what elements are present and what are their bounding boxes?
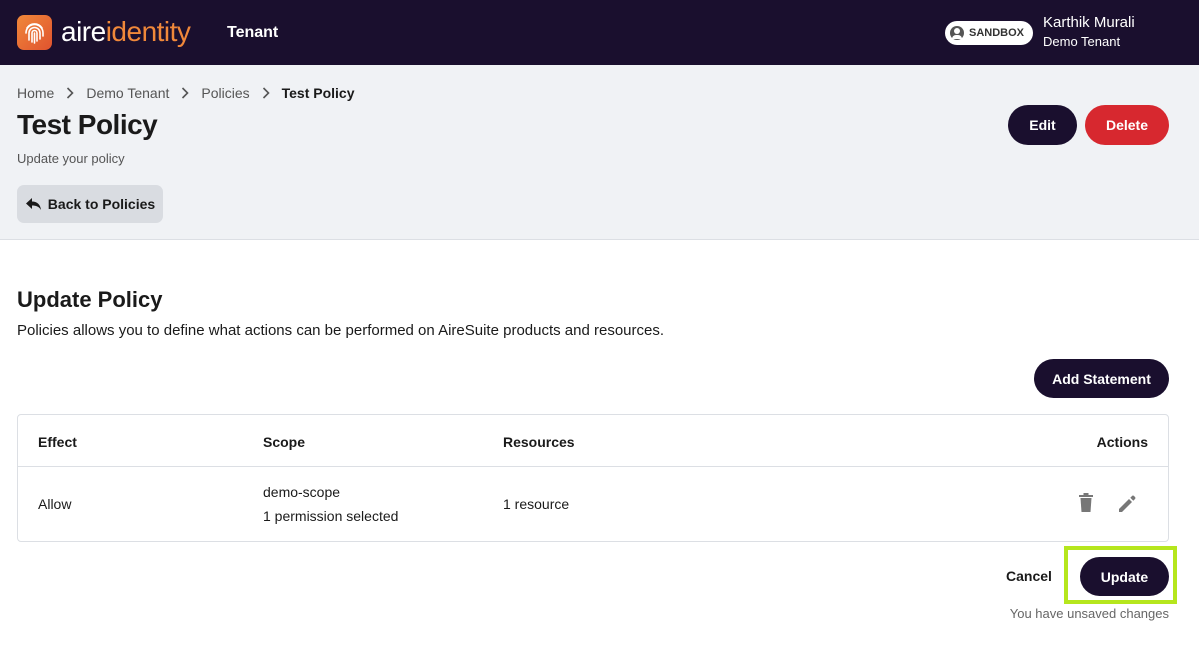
effect-cell: Allow [38,496,72,512]
environment-badge-label: SANDBOX [969,27,1025,39]
scope-detail-cell: 1 permission selected [263,508,399,524]
table-header: Effect Scope Resources Actions [18,415,1168,467]
column-header-effect: Effect [38,434,77,450]
scope-cell: demo-scope [263,484,341,500]
environment-badge: SANDBOX [945,21,1033,45]
update-button[interactable]: Update [1080,557,1169,596]
back-to-policies-button[interactable]: Back to Policies [17,185,163,223]
unsaved-changes-status: You have unsaved changes [1009,606,1169,621]
back-to-policies-label: Back to Policies [47,196,156,212]
section-title: Update Policy [17,287,163,312]
breadcrumb-home[interactable]: Home [17,85,54,101]
breadcrumb: Home Demo Tenant Policies Test Policy [17,85,355,101]
aireidentity-logo-icon[interactable] [17,15,52,50]
nav-tenant[interactable]: Tenant [227,24,278,42]
column-header-actions: Actions [1096,434,1148,450]
edit-icon[interactable] [1116,493,1138,515]
fingerprint-icon [25,23,44,44]
cancel-button[interactable]: Cancel [1006,568,1052,584]
column-header-scope: Scope [263,434,306,450]
reply-arrow-icon [25,198,41,210]
page-subtitle: Update your policy [17,151,125,166]
page-title: Test Policy [17,109,158,140]
breadcrumb-demo-tenant[interactable]: Demo Tenant [86,85,169,101]
user-name[interactable]: Karthik Murali [1043,14,1135,31]
chevron-right-icon [262,87,270,99]
logo-text-aire: aire [61,16,106,47]
user-tenant[interactable]: Demo Tenant [1043,34,1120,49]
page-header: Home Demo Tenant Policies Test Policy Te… [0,65,1199,240]
chevron-right-icon [66,87,74,99]
section-description: Policies allows you to define what actio… [17,322,665,339]
delete-icon[interactable] [1076,492,1096,514]
logo-text-identity: identity [105,16,191,47]
add-statement-button[interactable]: Add Statement [1034,359,1169,398]
top-navigation-bar: aireidentity Tenant SANDBOX Karthik Mura… [0,0,1199,65]
aireidentity-logo[interactable]: aireidentity [61,15,191,49]
statements-table: Effect Scope Resources Actions Allow dem… [17,414,1169,542]
delete-button[interactable]: Delete [1085,105,1169,145]
resources-cell: 1 resource [503,496,570,512]
breadcrumb-policies[interactable]: Policies [201,85,249,101]
account-circle-icon [950,26,964,40]
chevron-right-icon [181,87,190,99]
edit-button[interactable]: Edit [1008,105,1077,145]
column-header-resources: Resources [503,434,575,450]
breadcrumb-current: Test Policy [281,85,355,101]
